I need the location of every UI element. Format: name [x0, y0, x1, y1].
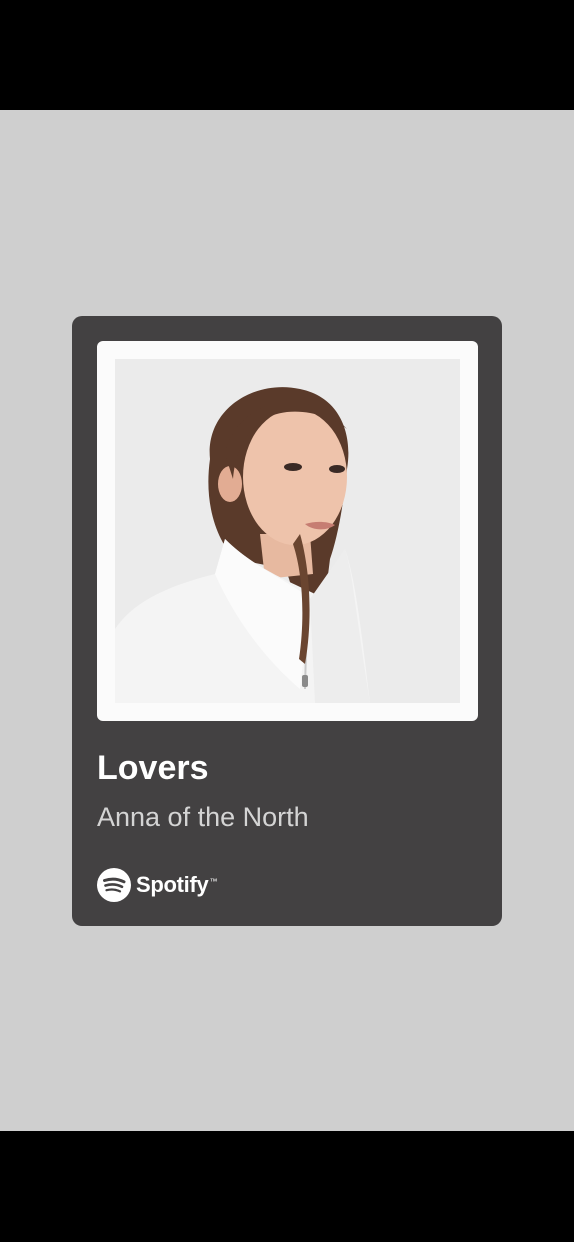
spotify-logo-icon: [97, 868, 131, 902]
screen: Lovers Anna of the North Spotify ™: [0, 0, 574, 1242]
song-title: Lovers: [97, 749, 209, 787]
artist-name: Anna of the North: [97, 802, 309, 832]
navigation-bar-area: [0, 1131, 574, 1242]
spotify-brand: Spotify ™: [97, 868, 217, 902]
trademark-symbol: ™: [209, 877, 218, 886]
song-share-card[interactable]: Lovers Anna of the North Spotify ™: [72, 316, 502, 926]
spotify-wordmark: Spotify: [136, 872, 209, 897]
status-bar-area: [0, 0, 574, 110]
cover-art-frame: [97, 341, 478, 721]
album-cover-image: [115, 359, 460, 703]
